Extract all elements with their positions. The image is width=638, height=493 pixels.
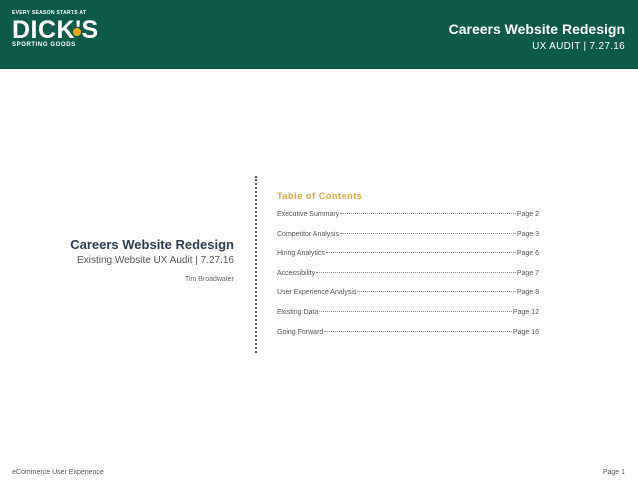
toc-item-label: Existing Data	[277, 308, 319, 316]
toc-item-user-experience-analysis[interactable]: User Experience Analysis Page 8	[277, 289, 539, 309]
toc-item-label: Executive Summary	[277, 211, 340, 218]
toc-leader	[319, 310, 512, 312]
toc-leader	[339, 232, 516, 234]
cover-author: Tim Broadwater	[184, 276, 234, 283]
toc-leader	[340, 213, 516, 214]
table-of-contents: Table of Contents Executive Summary Page…	[277, 191, 539, 348]
toc-item-competitor-analysis[interactable]: Competitor Analysis Page 3	[277, 231, 539, 251]
header-bar: EVERY SEASON STARTS AT DICK'S SPORTING G…	[0, 0, 638, 69]
toc-item-page: Page 12	[512, 308, 539, 316]
toc-item-label: Accessibility	[277, 269, 316, 277]
toc-leader	[357, 291, 516, 293]
toc-item-existing-data[interactable]: Existing Data Page 12	[277, 309, 539, 329]
toc-item-page: Page 16	[512, 328, 539, 336]
toc-item-executive-summary[interactable]: Executive Summary Page 2	[277, 211, 539, 231]
toc-item-page: Page 7	[516, 269, 539, 277]
toc-item-page: Page 2	[516, 211, 539, 218]
toc-leader	[325, 252, 516, 254]
cover-title: Careers Website Redesign	[70, 237, 234, 252]
dicks-logo: EVERY SEASON STARTS AT DICK'S SPORTING G…	[12, 10, 99, 49]
toc-leader	[316, 271, 516, 273]
toc-title: Table of Contents	[277, 191, 363, 201]
footer-left-text: eCommerce User Experience	[12, 469, 104, 476]
toc-item-label: Hiring Analytics	[277, 250, 325, 258]
toc-item-label: Going Forward	[277, 328, 324, 336]
toc-item-hiring-analytics[interactable]: Hiring Analytics Page 6	[277, 250, 539, 270]
header-title: Careers Website Redesign	[448, 21, 625, 37]
cover-subtitle: Existing Website UX Audit | 7.27.16	[77, 255, 234, 266]
cover-block: Careers Website Redesign Existing Websit…	[14, 237, 234, 283]
toc-item-accessibility[interactable]: Accessibility Page 7	[277, 270, 539, 290]
toc-item-page: Page 8	[516, 289, 539, 297]
header-subtitle: UX AUDIT | 7.27.16	[532, 41, 625, 52]
toc-item-going-forward[interactable]: Going Forward Page 16	[277, 329, 539, 349]
toc-item-page: Page 6	[516, 250, 539, 258]
toc-leader	[324, 330, 512, 332]
footer-page-number: Page 1	[602, 469, 625, 476]
dotted-divider	[255, 176, 257, 353]
logo-brand: DICK'S	[12, 16, 99, 44]
toc-item-page: Page 3	[516, 230, 539, 238]
basketball-icon	[73, 28, 81, 36]
toc-item-label: User Experience Analysis	[277, 289, 357, 297]
toc-item-label: Competitor Analysis	[277, 230, 339, 238]
